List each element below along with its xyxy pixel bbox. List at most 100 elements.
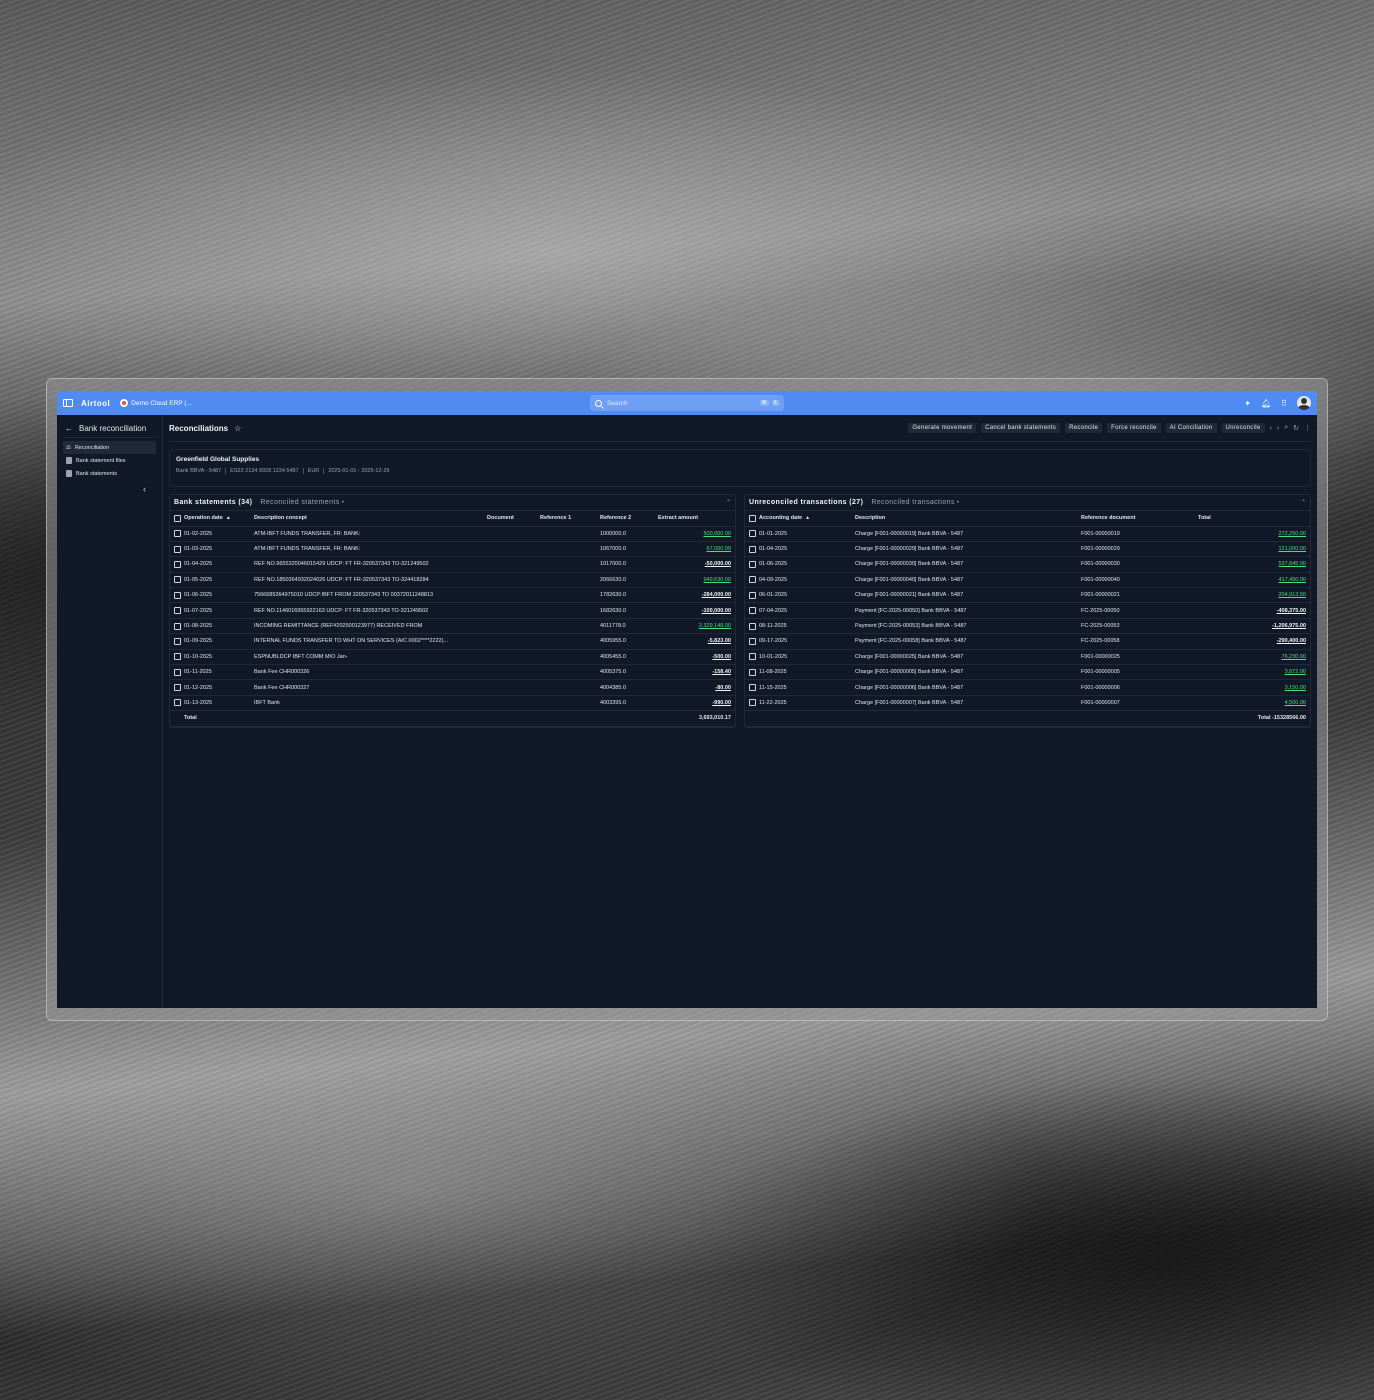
amount-link[interactable]: -500.00 xyxy=(712,654,731,660)
total[interactable]: 4,500.00 xyxy=(1198,695,1310,712)
avatar[interactable] xyxy=(1297,396,1311,410)
select-all-checkbox[interactable] xyxy=(170,511,184,527)
more-vertical-icon[interactable]: ⋮ xyxy=(1304,424,1311,432)
checkbox[interactable] xyxy=(749,637,756,645)
checkbox[interactable] xyxy=(749,591,756,599)
row-checkbox[interactable] xyxy=(745,679,759,696)
column-header[interactable]: Reference document xyxy=(1081,511,1198,527)
amount-link[interactable]: -50,000.00 xyxy=(705,561,731,567)
total[interactable]: -408,375.00 xyxy=(1198,602,1310,619)
extract-amount[interactable]: -100,000.00 xyxy=(658,602,735,619)
checkbox[interactable] xyxy=(174,545,181,553)
checkbox[interactable] xyxy=(174,684,181,692)
amount-link[interactable]: 2,329,148.00 xyxy=(699,623,731,629)
table-row[interactable]: 01-06-2025 7566685364975010 UDCP:IBFT FRO… xyxy=(170,587,735,604)
checkbox[interactable] xyxy=(749,668,756,676)
amount-link[interactable]: 272,250.00 xyxy=(1278,531,1306,537)
table-row[interactable]: 06-01-2025 Charge [F001-00000021] Bank BB… xyxy=(745,587,1310,604)
chevron-left-icon[interactable]: ‹ xyxy=(1270,425,1272,432)
amount-link[interactable]: -100,000.00 xyxy=(702,608,731,614)
amount-link[interactable]: -1,206,975.00 xyxy=(1272,623,1306,629)
table-row[interactable]: 01-09-2025 INTERNAL FUNDS TRANSFER TO WHT… xyxy=(170,633,735,650)
table-row[interactable]: 01-06-2025 Charge [F001-00000030] Bank BB… xyxy=(745,556,1310,573)
bell-icon[interactable]: 🔔︎ xyxy=(1261,399,1271,408)
amount-link[interactable]: -284,000.00 xyxy=(702,592,731,598)
row-checkbox[interactable] xyxy=(170,602,184,619)
extract-amount[interactable]: -500.00 xyxy=(658,649,735,666)
amount-link[interactable]: -990.00 xyxy=(712,700,731,706)
checkbox[interactable] xyxy=(174,560,181,568)
checkbox[interactable] xyxy=(174,653,181,661)
amount-link[interactable]: 949,630.00 xyxy=(703,577,731,583)
extract-amount[interactable]: -80.00 xyxy=(658,679,735,696)
table-row[interactable]: 01-04-2025 Charge [F001-00000029] Bank BB… xyxy=(745,541,1310,558)
row-checkbox[interactable] xyxy=(170,679,184,696)
amount-link[interactable]: -80.00 xyxy=(715,685,731,691)
amount-link[interactable]: -5,823.00 xyxy=(708,638,731,644)
checkbox[interactable] xyxy=(174,668,181,676)
table-row[interactable]: 01-07-2025 REF NO.1146016955922163 UDCP: … xyxy=(170,602,735,619)
table-row[interactable]: 01-03-2025 ATM-IBFT FUNDS TRANSFER, FR: B… xyxy=(170,541,735,558)
checkbox[interactable] xyxy=(749,622,756,630)
table-row[interactable]: 01-01-2025 Charge [F001-00000019] Bank BB… xyxy=(745,526,1310,542)
extract-amount[interactable]: 500,000.00 xyxy=(658,526,735,542)
sidebar-toggle-icon[interactable] xyxy=(63,399,73,407)
sort-asc-icon[interactable]: ▲ xyxy=(805,515,810,521)
total[interactable]: 76,230.00 xyxy=(1198,649,1310,666)
extract-amount[interactable]: -284,000.00 xyxy=(658,587,735,604)
row-checkbox[interactable] xyxy=(170,556,184,573)
checkbox[interactable] xyxy=(174,530,181,538)
generate-movement-button[interactable]: Generate movement xyxy=(908,423,977,433)
chevron-up-icon[interactable]: ⌃ xyxy=(1301,499,1306,506)
row-checkbox[interactable] xyxy=(745,633,759,650)
row-checkbox[interactable] xyxy=(170,664,184,681)
row-checkbox[interactable] xyxy=(170,633,184,650)
chevron-right-icon[interactable]: › xyxy=(1277,425,1279,432)
column-header[interactable]: Document xyxy=(487,511,540,527)
reconcile-button[interactable]: Reconcile xyxy=(1065,423,1103,433)
table-row[interactable]: 01-13-2025 IBFT Bank 4003395.0 -990.00 xyxy=(170,695,735,712)
org-selector[interactable]: Demo Cloud ERP (... xyxy=(120,399,192,407)
star-icon[interactable]: ☆ xyxy=(234,424,241,433)
row-checkbox[interactable] xyxy=(170,526,184,542)
row-checkbox[interactable] xyxy=(745,587,759,604)
column-header[interactable]: Description xyxy=(855,511,1081,527)
table-row[interactable]: 01-08-2025 INCOMING REMITTANCE (REF#20250… xyxy=(170,618,735,635)
sidebar-item-reconciliation[interactable]: ⚖ Reconciliation xyxy=(63,441,156,454)
checkbox[interactable] xyxy=(174,622,181,630)
unreconcile-button[interactable]: Unreconcile xyxy=(1221,423,1265,433)
total[interactable]: 537,845.00 xyxy=(1198,556,1310,573)
brand-name[interactable]: Airtool xyxy=(81,399,110,408)
column-header[interactable]: Reference 2 xyxy=(600,511,658,527)
column-header[interactable]: Description concept xyxy=(254,511,487,527)
amount-link[interactable]: 417,450.00 xyxy=(1278,577,1306,583)
total[interactable]: 417,450.00 xyxy=(1198,572,1310,589)
amount-link[interactable]: 3,150.00 xyxy=(1285,685,1306,691)
tab-reconciled-statements[interactable]: Reconciled statements xyxy=(260,499,344,506)
row-checkbox[interactable] xyxy=(745,556,759,573)
extract-amount[interactable]: -990.00 xyxy=(658,695,735,712)
row-checkbox[interactable] xyxy=(745,695,759,712)
checkbox[interactable] xyxy=(749,607,756,615)
total[interactable]: 204,913.50 xyxy=(1198,587,1310,604)
amount-link[interactable]: 537,845.00 xyxy=(1278,561,1306,567)
row-checkbox[interactable] xyxy=(170,695,184,712)
back-link[interactable]: ← Bank reconciliation xyxy=(63,421,156,435)
total[interactable]: -1,206,975.00 xyxy=(1198,618,1310,635)
column-header[interactable]: Accounting date ▲ xyxy=(759,511,855,527)
amount-link[interactable]: 204,913.50 xyxy=(1278,592,1306,598)
column-header[interactable]: Extract amount xyxy=(658,511,735,527)
table-row[interactable]: 01-12-2025 Bank Fee CHR000327 4004385.0 -80… xyxy=(170,679,735,696)
search-icon[interactable]: ⌕ xyxy=(1284,424,1288,432)
row-checkbox[interactable] xyxy=(170,618,184,635)
row-checkbox[interactable] xyxy=(745,526,759,542)
tab-reconciled-transactions[interactable]: Reconciled transactions xyxy=(871,499,959,506)
table-row[interactable]: 04-09-2025 Charge [F001-00000040] Bank BB… xyxy=(745,572,1310,589)
sparkle-icon[interactable]: ✦ xyxy=(1244,399,1251,408)
checkbox[interactable] xyxy=(749,653,756,661)
row-checkbox[interactable] xyxy=(170,541,184,558)
checkbox[interactable] xyxy=(174,576,181,584)
checkbox[interactable] xyxy=(749,545,756,553)
row-checkbox[interactable] xyxy=(745,572,759,589)
checkbox[interactable] xyxy=(749,699,756,707)
